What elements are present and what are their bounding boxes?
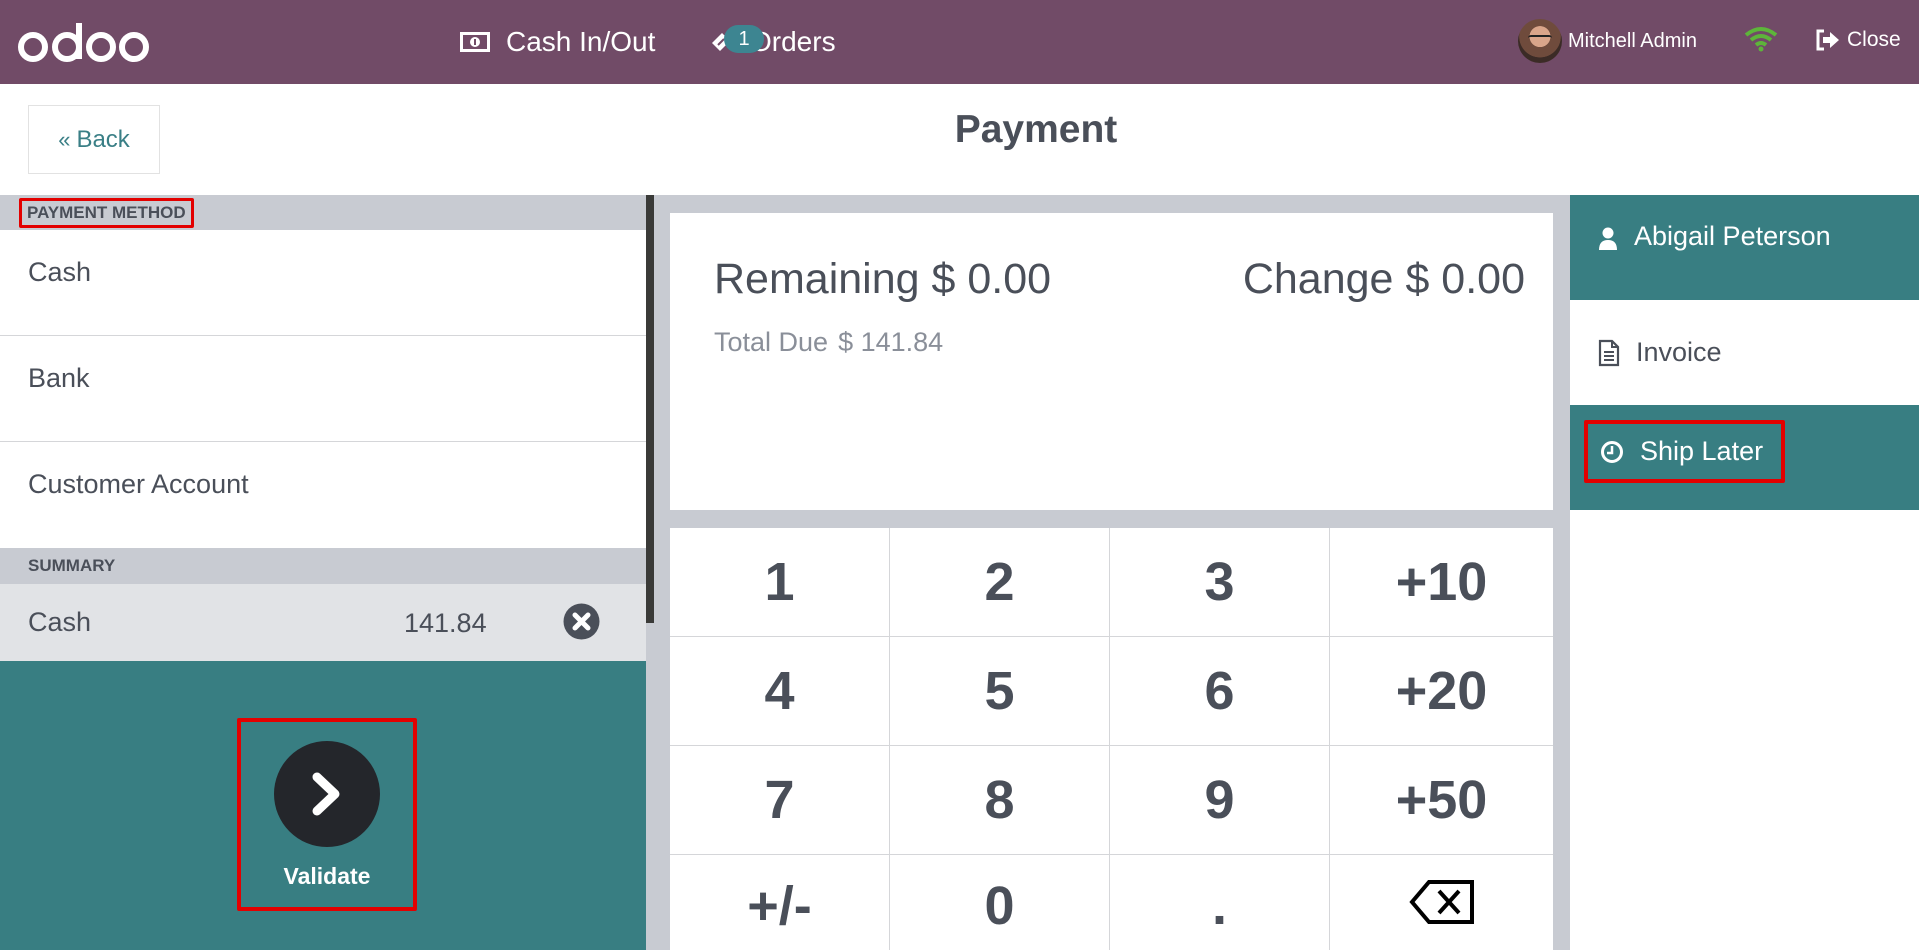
numpad: 1 2 3 +10 4 5 6 +20 7 8 9 +50 +/- 0 . <box>670 528 1553 950</box>
summary-header-label: SUMMARY <box>28 556 116 575</box>
clock-icon <box>1600 440 1624 464</box>
odoo-logo <box>18 23 149 62</box>
money-bill-icon <box>460 31 490 53</box>
numpad-key-2[interactable]: 2 <box>890 528 1110 637</box>
numpad-key-4[interactable]: 4 <box>670 637 890 746</box>
payment-method-customer-account[interactable]: Customer Account <box>0 442 646 548</box>
user-menu[interactable]: Mitchell Admin <box>1518 19 1697 63</box>
payment-method-label: Customer Account <box>28 469 249 499</box>
cash-in-out-button[interactable]: Cash In/Out <box>460 20 655 64</box>
total-due-label: Total Due <box>714 327 829 357</box>
wifi-icon <box>1744 26 1778 57</box>
ticket-icon: 1 <box>708 25 764 55</box>
payment-method-bank[interactable]: Bank <box>0 336 646 442</box>
payment-method-label: Bank <box>28 363 90 393</box>
numpad-key-5[interactable]: 5 <box>890 637 1110 746</box>
ship-later-highlight: Ship Later <box>1584 420 1786 483</box>
payment-actions-panel: Abigail Peterson Invoice Ship Later <box>1570 195 1919 950</box>
validate-label: Validate <box>283 863 371 889</box>
change-amount: Change $ 0.00 <box>1243 255 1525 304</box>
numpad-key-plus-20[interactable]: +20 <box>1330 637 1553 746</box>
scrollbar[interactable] <box>646 195 654 950</box>
invoice-label: Invoice <box>1636 337 1722 367</box>
chevron-right-icon <box>312 772 340 816</box>
payment-method-list: Cash Bank Customer Account <box>0 230 646 548</box>
payment-method-label: Cash <box>28 257 92 287</box>
payment-methods-panel: PAYMENT METHOD Cash Bank Customer Accoun… <box>0 195 654 950</box>
payment-method-header: PAYMENT METHOD <box>0 195 646 230</box>
numpad-key-1[interactable]: 1 <box>670 528 890 637</box>
payment-line-method: Cash <box>28 607 92 637</box>
user-icon <box>1598 221 1618 251</box>
ship-later-label: Ship Later <box>1640 436 1764 466</box>
numpad-key-sign[interactable]: +/- <box>670 855 890 950</box>
orders-count-badge: 1 <box>724 25 764 53</box>
close-button[interactable]: Close <box>1815 20 1901 60</box>
ship-later-button[interactable]: Ship Later <box>1570 405 1919 510</box>
payment-method-cash[interactable]: Cash <box>0 230 646 336</box>
user-name: Mitchell Admin <box>1568 29 1697 52</box>
numpad-key-6[interactable]: 6 <box>1110 637 1330 746</box>
sign-out-icon <box>1815 28 1841 52</box>
change-value: $ 0.00 <box>1405 255 1525 303</box>
total-due-value: $ 141.84 <box>838 327 944 357</box>
remaining-value: $ 0.00 <box>931 255 1052 303</box>
cash-in-out-label: Cash In/Out <box>506 26 656 57</box>
numpad-key-9[interactable]: 9 <box>1110 746 1330 855</box>
numpad-key-decimal[interactable]: . <box>1110 855 1330 950</box>
numpad-key-7[interactable]: 7 <box>670 746 890 855</box>
scrollbar-thumb[interactable] <box>646 195 654 623</box>
top-bar: Cash In/Out 1 Orders Mitchell Admin Clos… <box>0 0 1919 84</box>
customer-button[interactable]: Abigail Peterson <box>1570 195 1919 300</box>
page-title: Payment <box>954 108 1118 151</box>
payment-line[interactable]: Cash 141.84 <box>0 584 646 661</box>
payment-status: Remaining $ 0.00 Change $ 0.00 Total Due… <box>670 213 1553 510</box>
numpad-key-0[interactable]: 0 <box>890 855 1110 950</box>
change-label: Change <box>1242 255 1394 303</box>
remove-payment-line-icon[interactable] <box>563 603 600 640</box>
total-due: Total Due $ 141.84 <box>714 327 943 358</box>
customer-name: Abigail Peterson <box>1634 221 1831 251</box>
remaining-amount: Remaining $ 0.00 <box>714 255 1051 304</box>
payment-method-header-label: PAYMENT METHOD <box>19 197 194 228</box>
backspace-icon <box>1408 880 1474 924</box>
numpad-key-backspace[interactable] <box>1330 855 1553 950</box>
numpad-key-plus-50[interactable]: +50 <box>1330 746 1553 855</box>
invoice-button[interactable]: Invoice <box>1570 300 1919 405</box>
numpad-key-plus-10[interactable]: +10 <box>1330 528 1553 637</box>
avatar <box>1518 19 1562 63</box>
remaining-label: Remaining <box>714 255 920 303</box>
validate-circle <box>274 741 380 847</box>
orders-button[interactable]: 1 Orders <box>708 20 836 64</box>
payment-line-amount: 141.84 <box>404 608 487 638</box>
payment-center: Remaining $ 0.00 Change $ 0.00 Total Due… <box>654 195 1570 950</box>
numpad-key-8[interactable]: 8 <box>890 746 1110 855</box>
close-label: Close <box>1847 28 1901 51</box>
file-text-icon <box>1598 339 1620 367</box>
summary-header: SUMMARY <box>0 548 646 584</box>
validate-area: Validate <box>0 661 654 950</box>
numpad-key-3[interactable]: 3 <box>1110 528 1330 637</box>
validate-button[interactable]: Validate <box>237 718 417 911</box>
